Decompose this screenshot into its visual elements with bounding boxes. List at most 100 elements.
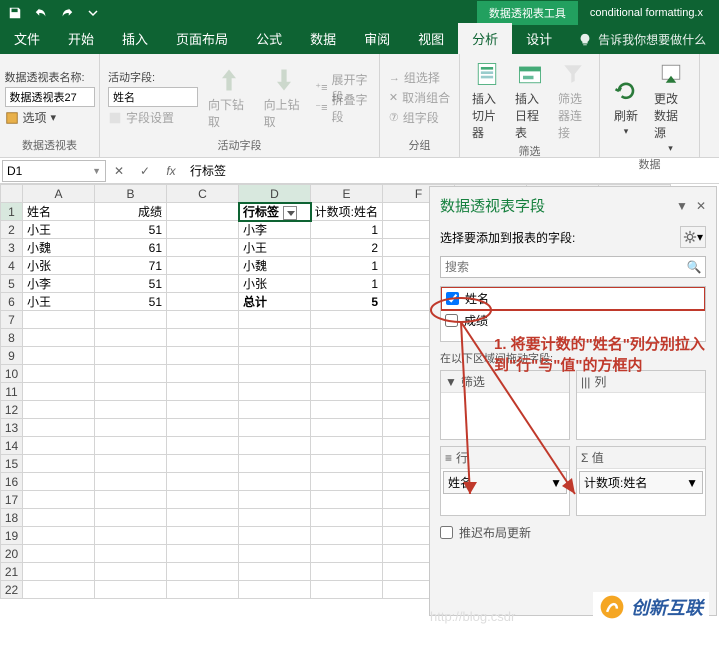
- cell-B17[interactable]: [95, 491, 167, 509]
- cell-D13[interactable]: [239, 419, 311, 437]
- cell-E1[interactable]: 计数项:姓名: [311, 203, 383, 221]
- undo-icon[interactable]: [30, 2, 52, 24]
- enter-btn[interactable]: ✓: [132, 160, 158, 182]
- cell-E6[interactable]: 5: [311, 293, 383, 311]
- cell-A15[interactable]: [23, 455, 95, 473]
- cell-C10[interactable]: [167, 365, 239, 383]
- cell-C17[interactable]: [167, 491, 239, 509]
- cell-E2[interactable]: 1: [311, 221, 383, 239]
- refresh-button[interactable]: 刷新▾: [608, 75, 644, 139]
- cell-A7[interactable]: [23, 311, 95, 329]
- cell-C2[interactable]: [167, 221, 239, 239]
- cell-E7[interactable]: [311, 311, 383, 329]
- cell-A8[interactable]: [23, 329, 95, 347]
- cell-B3[interactable]: 61: [95, 239, 167, 257]
- cell-B14[interactable]: [95, 437, 167, 455]
- cell-D18[interactable]: [239, 509, 311, 527]
- cell-B2[interactable]: 51: [95, 221, 167, 239]
- cell-B19[interactable]: [95, 527, 167, 545]
- cell-D5[interactable]: 小张: [239, 275, 311, 293]
- cell-B6[interactable]: 51: [95, 293, 167, 311]
- value-chip[interactable]: 计数项:姓名▼: [579, 471, 703, 494]
- cell-C7[interactable]: [167, 311, 239, 329]
- save-icon[interactable]: [4, 2, 26, 24]
- slicer-button[interactable]: 插入切片器: [468, 58, 505, 143]
- cell-A16[interactable]: [23, 473, 95, 491]
- row-header-12[interactable]: 12: [1, 401, 23, 419]
- tab-view[interactable]: 视图: [404, 23, 458, 54]
- cell-A2[interactable]: 小王: [23, 221, 95, 239]
- cell-D16[interactable]: [239, 473, 311, 491]
- cell-E16[interactable]: [311, 473, 383, 491]
- cell-D11[interactable]: [239, 383, 311, 401]
- cell-E3[interactable]: 2: [311, 239, 383, 257]
- field-search[interactable]: 🔍: [440, 256, 706, 278]
- cell-A6[interactable]: 小王: [23, 293, 95, 311]
- cell-A5[interactable]: 小李: [23, 275, 95, 293]
- field-check-name[interactable]: [446, 292, 459, 305]
- cell-C3[interactable]: [167, 239, 239, 257]
- qat-customize-icon[interactable]: [82, 2, 104, 24]
- cell-D10[interactable]: [239, 365, 311, 383]
- field-item-score[interactable]: 成绩: [441, 310, 705, 331]
- pt-name-input[interactable]: [5, 87, 95, 107]
- cell-B8[interactable]: [95, 329, 167, 347]
- row-header-15[interactable]: 15: [1, 455, 23, 473]
- row-header-18[interactable]: 18: [1, 509, 23, 527]
- cell-A3[interactable]: 小魏: [23, 239, 95, 257]
- pane-close-icon[interactable]: ✕: [696, 199, 706, 213]
- timeline-button[interactable]: 插入日程表: [511, 58, 548, 143]
- tab-home[interactable]: 开始: [54, 23, 108, 54]
- cell-E12[interactable]: [311, 401, 383, 419]
- cell-E14[interactable]: [311, 437, 383, 455]
- cell-C6[interactable]: [167, 293, 239, 311]
- cell-B18[interactable]: [95, 509, 167, 527]
- col-header-C[interactable]: C: [167, 185, 239, 203]
- pt-options-button[interactable]: 选项 ▾: [5, 109, 57, 127]
- defer-checkbox[interactable]: [440, 526, 453, 539]
- cell-A17[interactable]: [23, 491, 95, 509]
- cell-C11[interactable]: [167, 383, 239, 401]
- cell-D4[interactable]: 小魏: [239, 257, 311, 275]
- cell-C14[interactable]: [167, 437, 239, 455]
- cell-B5[interactable]: 51: [95, 275, 167, 293]
- tab-analyze[interactable]: 分析: [458, 23, 512, 54]
- cell-A21[interactable]: [23, 563, 95, 581]
- cell-D20[interactable]: [239, 545, 311, 563]
- row-header-4[interactable]: 4: [1, 257, 23, 275]
- row-header-10[interactable]: 10: [1, 365, 23, 383]
- tab-design[interactable]: 设计: [512, 23, 566, 54]
- cell-B11[interactable]: [95, 383, 167, 401]
- row-header-8[interactable]: 8: [1, 329, 23, 347]
- area-filter[interactable]: ▼筛选: [440, 370, 570, 440]
- redo-icon[interactable]: [56, 2, 78, 24]
- area-columns[interactable]: |||列: [576, 370, 706, 440]
- defer-update[interactable]: 推迟布局更新: [440, 524, 706, 541]
- cell-D7[interactable]: [239, 311, 311, 329]
- cell-B10[interactable]: [95, 365, 167, 383]
- row-header-13[interactable]: 13: [1, 419, 23, 437]
- cell-B9[interactable]: [95, 347, 167, 365]
- row-chip[interactable]: 姓名▼: [443, 471, 567, 494]
- cell-B1[interactable]: 成绩: [95, 203, 167, 221]
- cell-B21[interactable]: [95, 563, 167, 581]
- field-item-name[interactable]: 姓名: [440, 286, 706, 311]
- cell-D19[interactable]: [239, 527, 311, 545]
- row-header-16[interactable]: 16: [1, 473, 23, 491]
- tab-data[interactable]: 数据: [296, 23, 350, 54]
- row-header-17[interactable]: 17: [1, 491, 23, 509]
- change-source-button[interactable]: 更改数据源▾: [650, 58, 691, 156]
- row-header-7[interactable]: 7: [1, 311, 23, 329]
- cell-E22[interactable]: [311, 581, 383, 599]
- cell-B4[interactable]: 71: [95, 257, 167, 275]
- fx-button[interactable]: fx: [158, 160, 184, 182]
- cell-B22[interactable]: [95, 581, 167, 599]
- cell-D21[interactable]: [239, 563, 311, 581]
- cell-E10[interactable]: [311, 365, 383, 383]
- cell-D1[interactable]: 行标签: [239, 203, 311, 221]
- cell-C19[interactable]: [167, 527, 239, 545]
- cell-E4[interactable]: 1: [311, 257, 383, 275]
- cell-E21[interactable]: [311, 563, 383, 581]
- cell-B20[interactable]: [95, 545, 167, 563]
- cell-A11[interactable]: [23, 383, 95, 401]
